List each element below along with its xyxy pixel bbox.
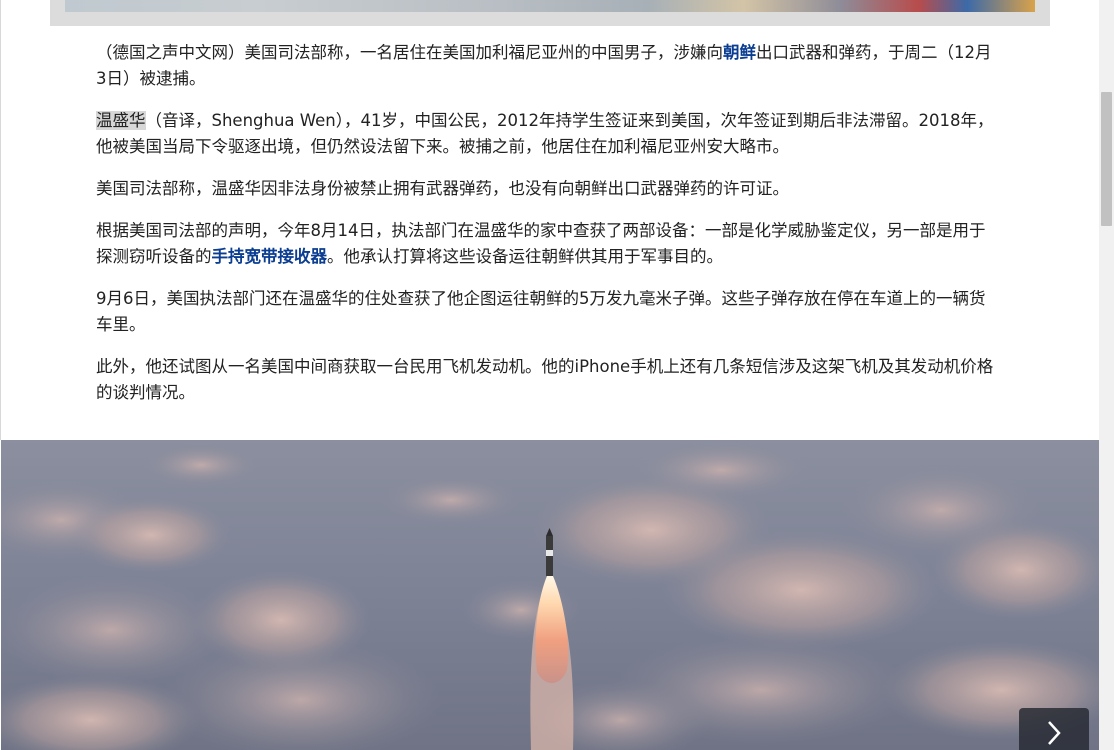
paragraph-text: （德国之声中文网）美国司法部称，一名居住在美国加利福尼亚州的中国男子，涉嫌向 (96, 43, 723, 62)
article-paragraph: 此外，他还试图从一名美国中间商获取一台民用飞机发动机。他的iPhone手机上还有… (96, 357, 994, 402)
link-handheld-broadband-receiver[interactable]: 手持宽带接收器 (212, 247, 328, 266)
paragraph-text: 。他承认打算将这些设备运往朝鲜供其用于军事目的。 (327, 247, 723, 266)
next-image-button[interactable] (1019, 708, 1089, 750)
page: （德国之声中文网）美国司法部称，一名居住在美国加利福尼亚州的中国男子，涉嫌向朝鲜… (0, 0, 1114, 750)
paragraph-text: （音译，Shenghua Wen），41岁，中国公民，2012年持学生签证来到美… (96, 111, 994, 156)
vertical-scrollbar[interactable] (1099, 0, 1114, 750)
article-paragraph: 美国司法部称，温盛华因非法身份被禁止拥有武器弹药，也没有向朝鲜出口武器弹药的许可… (96, 179, 789, 198)
article-body: （德国之声中文网）美国司法部称，一名居住在美国加利福尼亚州的中国男子，涉嫌向朝鲜… (96, 40, 1000, 422)
missile-launch-photo[interactable] (1, 440, 1099, 750)
scrollbar-thumb[interactable] (1101, 92, 1112, 226)
article-paragraph: 9月6日，美国执法部门还在温盛华的住处查获了他企图运往朝鲜的5万发九毫米子弹。这… (96, 289, 986, 334)
link-north-korea[interactable]: 朝鲜 (723, 43, 756, 62)
article-paragraph: （德国之声中文网）美国司法部称，一名居住在美国加利福尼亚州的中国男子，涉嫌向朝鲜… (96, 40, 1000, 92)
article-paragraph: 温盛华（音译，Shenghua Wen），41岁，中国公民，2012年持学生签证… (96, 108, 1000, 160)
previous-image-frame (50, 0, 1050, 26)
selected-text-highlight: 温盛华 (96, 111, 146, 130)
chevron-right-icon (1048, 721, 1061, 745)
photo-graphic (1, 440, 1099, 750)
article-paragraph: 根据美国司法部的声明，今年8月14日，执法部门在温盛华的家中查获了两部设备：一部… (96, 218, 1000, 270)
previous-image[interactable] (65, 0, 1035, 12)
left-border (0, 0, 1, 440)
